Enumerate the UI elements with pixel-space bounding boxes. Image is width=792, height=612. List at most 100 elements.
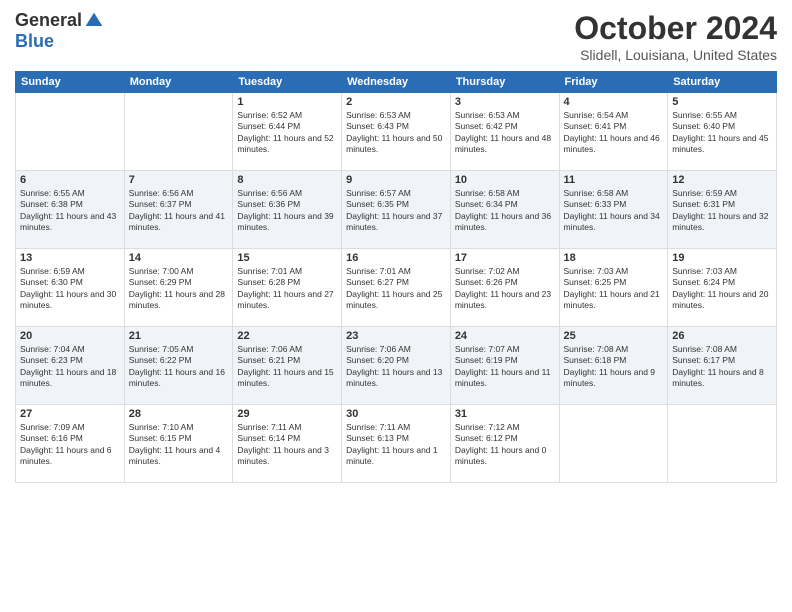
- day-number: 15: [237, 252, 337, 264]
- table-row: 20 Sunrise: 7:04 AM Sunset: 6:23 PM Dayli…: [16, 327, 125, 405]
- table-row: 17 Sunrise: 7:02 AM Sunset: 6:26 PM Dayli…: [450, 249, 559, 327]
- table-row: 11 Sunrise: 6:58 AM Sunset: 6:33 PM Dayli…: [559, 171, 668, 249]
- day-number: 16: [346, 252, 446, 264]
- table-row: 21 Sunrise: 7:05 AM Sunset: 6:22 PM Dayli…: [124, 327, 233, 405]
- day-number: 19: [672, 252, 772, 264]
- day-number: 2: [346, 96, 446, 108]
- location-subtitle: Slidell, Louisiana, United States: [574, 47, 777, 63]
- day-info: Sunrise: 6:55 AM Sunset: 6:40 PM Dayligh…: [672, 110, 772, 156]
- day-info: Sunrise: 6:57 AM Sunset: 6:35 PM Dayligh…: [346, 188, 446, 234]
- table-row: 6 Sunrise: 6:55 AM Sunset: 6:38 PM Daylig…: [16, 171, 125, 249]
- calendar-row: 13Sunrise: 6:59 AM Sunset: 6:30 PM Dayli…: [16, 249, 777, 327]
- col-thursday: Thursday: [450, 72, 559, 93]
- table-row: 2 Sunrise: 6:53 AM Sunset: 6:43 PM Daylig…: [342, 93, 451, 171]
- day-info: Sunrise: 6:52 AM Sunset: 6:44 PM Dayligh…: [237, 110, 337, 156]
- day-info: Sunrise: 6:59 AM Sunset: 6:30 PM Dayligh…: [20, 266, 120, 312]
- day-number: 29: [237, 408, 337, 420]
- day-number: 30: [346, 408, 446, 420]
- calendar-row: 1 Sunrise: 6:52 AM Sunset: 6:44 PM Daylig…: [16, 93, 777, 171]
- day-number: 20: [20, 330, 120, 342]
- day-info: Sunrise: 7:11 AM Sunset: 6:13 PM Dayligh…: [346, 422, 446, 468]
- table-row: 30 Sunrise: 7:11 AM Sunset: 6:13 PM Dayli…: [342, 405, 451, 483]
- table-row: 25 Sunrise: 7:08 AM Sunset: 6:18 PM Dayli…: [559, 327, 668, 405]
- day-number: 10: [455, 174, 555, 186]
- day-info: Sunrise: 7:03 AM Sunset: 6:25 PM Dayligh…: [564, 266, 664, 312]
- table-row: 8 Sunrise: 6:56 AM Sunset: 6:36 PM Daylig…: [233, 171, 342, 249]
- col-wednesday: Wednesday: [342, 72, 451, 93]
- month-title: October 2024: [574, 10, 777, 47]
- logo-icon: [84, 11, 104, 31]
- calendar-row: 20 Sunrise: 7:04 AM Sunset: 6:23 PM Dayli…: [16, 327, 777, 405]
- day-info: Sunrise: 6:56 AM Sunset: 6:37 PM Dayligh…: [129, 188, 229, 234]
- day-info: Sunrise: 7:05 AM Sunset: 6:22 PM Dayligh…: [129, 344, 229, 390]
- day-info: Sunrise: 7:01 AM Sunset: 6:27 PM Dayligh…: [346, 266, 446, 312]
- col-saturday: Saturday: [668, 72, 777, 93]
- header-row: Sunday Monday Tuesday Wednesday Thursday…: [16, 72, 777, 93]
- table-row: [668, 405, 777, 483]
- col-tuesday: Tuesday: [233, 72, 342, 93]
- day-info: Sunrise: 6:53 AM Sunset: 6:43 PM Dayligh…: [346, 110, 446, 156]
- day-number: 26: [672, 330, 772, 342]
- table-row: 12Sunrise: 6:59 AM Sunset: 6:31 PM Dayli…: [668, 171, 777, 249]
- day-number: 17: [455, 252, 555, 264]
- day-info: Sunrise: 6:55 AM Sunset: 6:38 PM Dayligh…: [20, 188, 120, 234]
- day-number: 22: [237, 330, 337, 342]
- day-info: Sunrise: 7:04 AM Sunset: 6:23 PM Dayligh…: [20, 344, 120, 390]
- day-number: 11: [564, 174, 664, 186]
- day-number: 6: [20, 174, 120, 186]
- day-number: 5: [672, 96, 772, 108]
- day-number: 28: [129, 408, 229, 420]
- table-row: 27Sunrise: 7:09 AM Sunset: 6:16 PM Dayli…: [16, 405, 125, 483]
- calendar-row: 6 Sunrise: 6:55 AM Sunset: 6:38 PM Daylig…: [16, 171, 777, 249]
- day-number: 25: [564, 330, 664, 342]
- logo-general-text: General: [15, 10, 82, 31]
- day-number: 24: [455, 330, 555, 342]
- table-row: 18 Sunrise: 7:03 AM Sunset: 6:25 PM Dayli…: [559, 249, 668, 327]
- day-number: 4: [564, 96, 664, 108]
- day-number: 21: [129, 330, 229, 342]
- table-row: 26 Sunrise: 7:08 AM Sunset: 6:17 PM Dayli…: [668, 327, 777, 405]
- table-row: 4 Sunrise: 6:54 AM Sunset: 6:41 PM Daylig…: [559, 93, 668, 171]
- day-number: 3: [455, 96, 555, 108]
- table-row: 10 Sunrise: 6:58 AM Sunset: 6:34 PM Dayli…: [450, 171, 559, 249]
- day-info: Sunrise: 6:54 AM Sunset: 6:41 PM Dayligh…: [564, 110, 664, 156]
- page: General Blue October 2024 Slidell, Louis…: [0, 0, 792, 612]
- day-info: Sunrise: 7:03 AM Sunset: 6:24 PM Dayligh…: [672, 266, 772, 312]
- table-row: 5 Sunrise: 6:55 AM Sunset: 6:40 PM Daylig…: [668, 93, 777, 171]
- table-row: 13Sunrise: 6:59 AM Sunset: 6:30 PM Dayli…: [16, 249, 125, 327]
- table-row: 1 Sunrise: 6:52 AM Sunset: 6:44 PM Daylig…: [233, 93, 342, 171]
- table-row: 24 Sunrise: 7:07 AM Sunset: 6:19 PM Dayli…: [450, 327, 559, 405]
- day-number: 1: [237, 96, 337, 108]
- table-row: [124, 93, 233, 171]
- col-sunday: Sunday: [16, 72, 125, 93]
- day-info: Sunrise: 6:56 AM Sunset: 6:36 PM Dayligh…: [237, 188, 337, 234]
- day-info: Sunrise: 7:08 AM Sunset: 6:18 PM Dayligh…: [564, 344, 664, 390]
- calendar-table: Sunday Monday Tuesday Wednesday Thursday…: [15, 71, 777, 483]
- day-info: Sunrise: 7:08 AM Sunset: 6:17 PM Dayligh…: [672, 344, 772, 390]
- table-row: 14Sunrise: 7:00 AM Sunset: 6:29 PM Dayli…: [124, 249, 233, 327]
- day-info: Sunrise: 7:00 AM Sunset: 6:29 PM Dayligh…: [129, 266, 229, 312]
- col-friday: Friday: [559, 72, 668, 93]
- table-row: 15 Sunrise: 7:01 AM Sunset: 6:28 PM Dayli…: [233, 249, 342, 327]
- table-row: 22 Sunrise: 7:06 AM Sunset: 6:21 PM Dayli…: [233, 327, 342, 405]
- table-row: 31Sunrise: 7:12 AM Sunset: 6:12 PM Dayli…: [450, 405, 559, 483]
- table-row: 19 Sunrise: 7:03 AM Sunset: 6:24 PM Dayli…: [668, 249, 777, 327]
- day-number: 27: [20, 408, 120, 420]
- table-row: 23Sunrise: 7:06 AM Sunset: 6:20 PM Dayli…: [342, 327, 451, 405]
- header: General Blue October 2024 Slidell, Louis…: [15, 10, 777, 63]
- calendar-row: 27Sunrise: 7:09 AM Sunset: 6:16 PM Dayli…: [16, 405, 777, 483]
- day-info: Sunrise: 7:01 AM Sunset: 6:28 PM Dayligh…: [237, 266, 337, 312]
- day-info: Sunrise: 7:10 AM Sunset: 6:15 PM Dayligh…: [129, 422, 229, 468]
- table-row: [559, 405, 668, 483]
- logo-blue-text: Blue: [15, 31, 54, 51]
- table-row: 9Sunrise: 6:57 AM Sunset: 6:35 PM Daylig…: [342, 171, 451, 249]
- day-info: Sunrise: 6:58 AM Sunset: 6:34 PM Dayligh…: [455, 188, 555, 234]
- day-info: Sunrise: 6:58 AM Sunset: 6:33 PM Dayligh…: [564, 188, 664, 234]
- day-number: 8: [237, 174, 337, 186]
- day-info: Sunrise: 6:53 AM Sunset: 6:42 PM Dayligh…: [455, 110, 555, 156]
- day-number: 18: [564, 252, 664, 264]
- day-info: Sunrise: 7:02 AM Sunset: 6:26 PM Dayligh…: [455, 266, 555, 312]
- day-info: Sunrise: 7:07 AM Sunset: 6:19 PM Dayligh…: [455, 344, 555, 390]
- table-row: 3 Sunrise: 6:53 AM Sunset: 6:42 PM Daylig…: [450, 93, 559, 171]
- day-info: Sunrise: 7:06 AM Sunset: 6:21 PM Dayligh…: [237, 344, 337, 390]
